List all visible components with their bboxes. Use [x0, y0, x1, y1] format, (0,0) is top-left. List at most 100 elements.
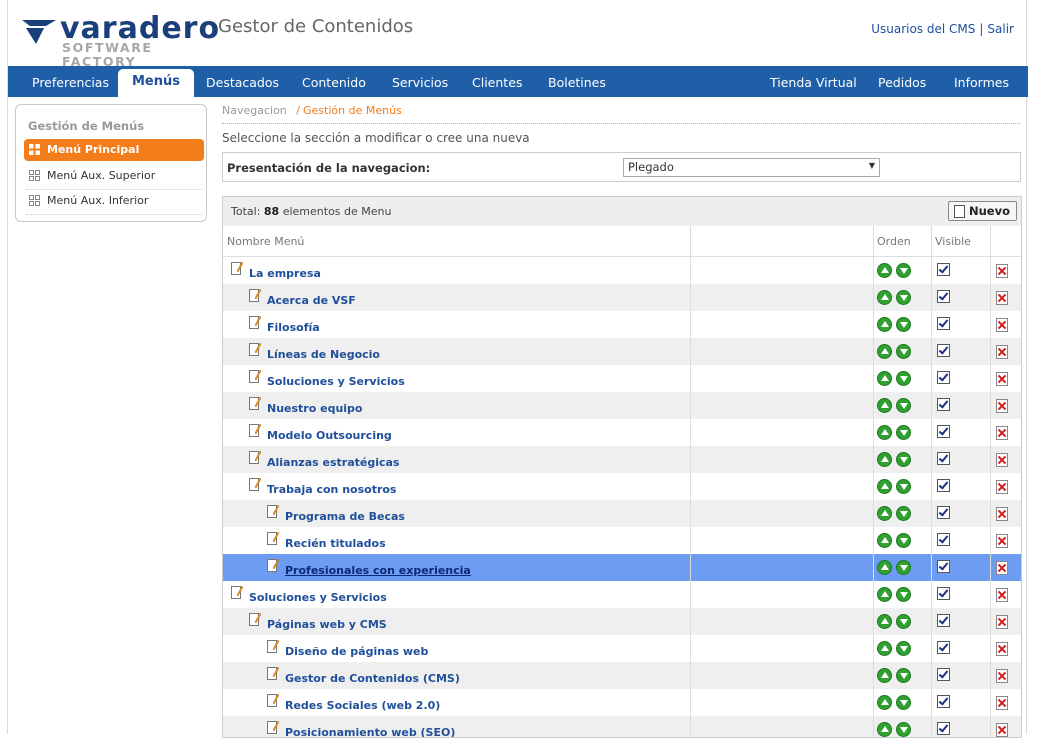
tab-clientes[interactable]: Clientes [472, 75, 522, 90]
menu-item-name[interactable]: Alianzas estratégicas [267, 456, 399, 469]
delete-icon[interactable] [996, 453, 1008, 467]
table-row[interactable]: Acerca de VSF [223, 284, 1021, 312]
table-row[interactable]: Recién titulados [223, 527, 1021, 555]
visible-checkbox[interactable] [937, 263, 950, 276]
menu-item-name[interactable]: La empresa [249, 267, 321, 280]
menu-item-name[interactable]: Líneas de Negocio [267, 348, 380, 361]
move-up-icon[interactable] [877, 317, 892, 332]
tab-servicios[interactable]: Servicios [392, 75, 448, 90]
edit-pencil-icon[interactable] [249, 315, 261, 329]
tab-tienda-virtual[interactable]: Tienda Virtual [770, 75, 857, 90]
tab-menus[interactable]: Menús [118, 69, 195, 97]
move-down-icon[interactable] [896, 560, 911, 575]
edit-pencil-icon[interactable] [267, 558, 279, 572]
table-row[interactable]: Alianzas estratégicas [223, 446, 1021, 474]
delete-icon[interactable] [996, 723, 1008, 737]
table-row[interactable]: La empresa [223, 257, 1021, 285]
delete-icon[interactable] [996, 372, 1008, 386]
move-down-icon[interactable] [896, 398, 911, 413]
visible-checkbox[interactable] [937, 425, 950, 438]
visible-checkbox[interactable] [937, 290, 950, 303]
delete-icon[interactable] [996, 480, 1008, 494]
edit-pencil-icon[interactable] [249, 450, 261, 464]
move-up-icon[interactable] [877, 695, 892, 710]
move-up-icon[interactable] [877, 425, 892, 440]
move-down-icon[interactable] [896, 641, 911, 656]
edit-pencil-icon[interactable] [267, 504, 279, 518]
delete-icon[interactable] [996, 588, 1008, 602]
table-row[interactable]: Soluciones y Servicios [223, 365, 1021, 393]
visible-checkbox[interactable] [937, 344, 950, 357]
delete-icon[interactable] [996, 399, 1008, 413]
move-up-icon[interactable] [877, 614, 892, 629]
delete-icon[interactable] [996, 291, 1008, 305]
tab-contenido[interactable]: Contenido [302, 75, 366, 90]
move-down-icon[interactable] [896, 722, 911, 737]
move-down-icon[interactable] [896, 614, 911, 629]
move-up-icon[interactable] [877, 479, 892, 494]
users-cms-link[interactable]: Usuarios del CMS [871, 22, 975, 36]
move-up-icon[interactable] [877, 722, 892, 737]
edit-pencil-icon[interactable] [267, 639, 279, 653]
menu-item-name[interactable]: Redes Sociales (web 2.0) [285, 699, 440, 712]
delete-icon[interactable] [996, 642, 1008, 656]
visible-checkbox[interactable] [937, 722, 950, 735]
table-row[interactable]: Modelo Outsourcing [223, 419, 1021, 447]
table-row[interactable]: Trabaja con nosotros [223, 473, 1021, 501]
table-row[interactable]: Programa de Becas [223, 500, 1021, 528]
delete-icon[interactable] [996, 696, 1008, 710]
delete-icon[interactable] [996, 507, 1008, 521]
move-down-icon[interactable] [896, 506, 911, 521]
delete-icon[interactable] [996, 534, 1008, 548]
move-down-icon[interactable] [896, 695, 911, 710]
edit-pencil-icon[interactable] [267, 693, 279, 707]
sidebar-item-menu-aux-inferior[interactable]: Menú Aux. Inferior [24, 190, 204, 212]
logout-link[interactable]: Salir [987, 22, 1014, 36]
move-down-icon[interactable] [896, 533, 911, 548]
visible-checkbox[interactable] [937, 668, 950, 681]
table-row[interactable]: Líneas de Negocio [223, 338, 1021, 366]
edit-pencil-icon[interactable] [249, 396, 261, 410]
menu-item-name[interactable]: Profesionales con experiencia [285, 564, 471, 577]
visible-checkbox[interactable] [937, 533, 950, 546]
edit-pencil-icon[interactable] [249, 288, 261, 302]
move-up-icon[interactable] [877, 371, 892, 386]
delete-icon[interactable] [996, 669, 1008, 683]
edit-pencil-icon[interactable] [231, 261, 243, 275]
menu-item-name[interactable]: Posicionamiento web (SEO) [285, 726, 455, 737]
move-up-icon[interactable] [877, 398, 892, 413]
edit-pencil-icon[interactable] [249, 612, 261, 626]
move-down-icon[interactable] [896, 317, 911, 332]
move-down-icon[interactable] [896, 371, 911, 386]
menu-item-name[interactable]: Nuestro equipo [267, 402, 362, 415]
edit-pencil-icon[interactable] [249, 369, 261, 383]
visible-checkbox[interactable] [937, 587, 950, 600]
delete-icon[interactable] [996, 318, 1008, 332]
tab-pedidos[interactable]: Pedidos [878, 75, 926, 90]
move-up-icon[interactable] [877, 344, 892, 359]
table-row[interactable]: Páginas web y CMS [223, 608, 1021, 636]
edit-pencil-icon[interactable] [231, 585, 243, 599]
menu-item-name[interactable]: Filosofía [267, 321, 320, 334]
breadcrumb-root[interactable]: Navegacion [222, 104, 287, 117]
visible-checkbox[interactable] [937, 695, 950, 708]
move-up-icon[interactable] [877, 668, 892, 683]
delete-icon[interactable] [996, 345, 1008, 359]
table-row[interactable]: Soluciones y Servicios [223, 581, 1021, 609]
table-row[interactable]: Gestor de Contenidos (CMS) [223, 662, 1021, 690]
presentation-select[interactable]: Plegado ▼ [623, 158, 880, 177]
visible-checkbox[interactable] [937, 506, 950, 519]
visible-checkbox[interactable] [937, 641, 950, 654]
move-up-icon[interactable] [877, 290, 892, 305]
menu-item-name[interactable]: Programa de Becas [285, 510, 405, 523]
menu-item-name[interactable]: Acerca de VSF [267, 294, 356, 307]
move-up-icon[interactable] [877, 641, 892, 656]
delete-icon[interactable] [996, 561, 1008, 575]
column-header-visible[interactable]: Visible [935, 235, 971, 248]
edit-pencil-icon[interactable] [267, 666, 279, 680]
move-up-icon[interactable] [877, 452, 892, 467]
table-row[interactable]: Nuestro equipo [223, 392, 1021, 420]
edit-pencil-icon[interactable] [267, 531, 279, 545]
visible-checkbox[interactable] [937, 452, 950, 465]
table-row[interactable]: Profesionales con experiencia [223, 554, 1021, 582]
